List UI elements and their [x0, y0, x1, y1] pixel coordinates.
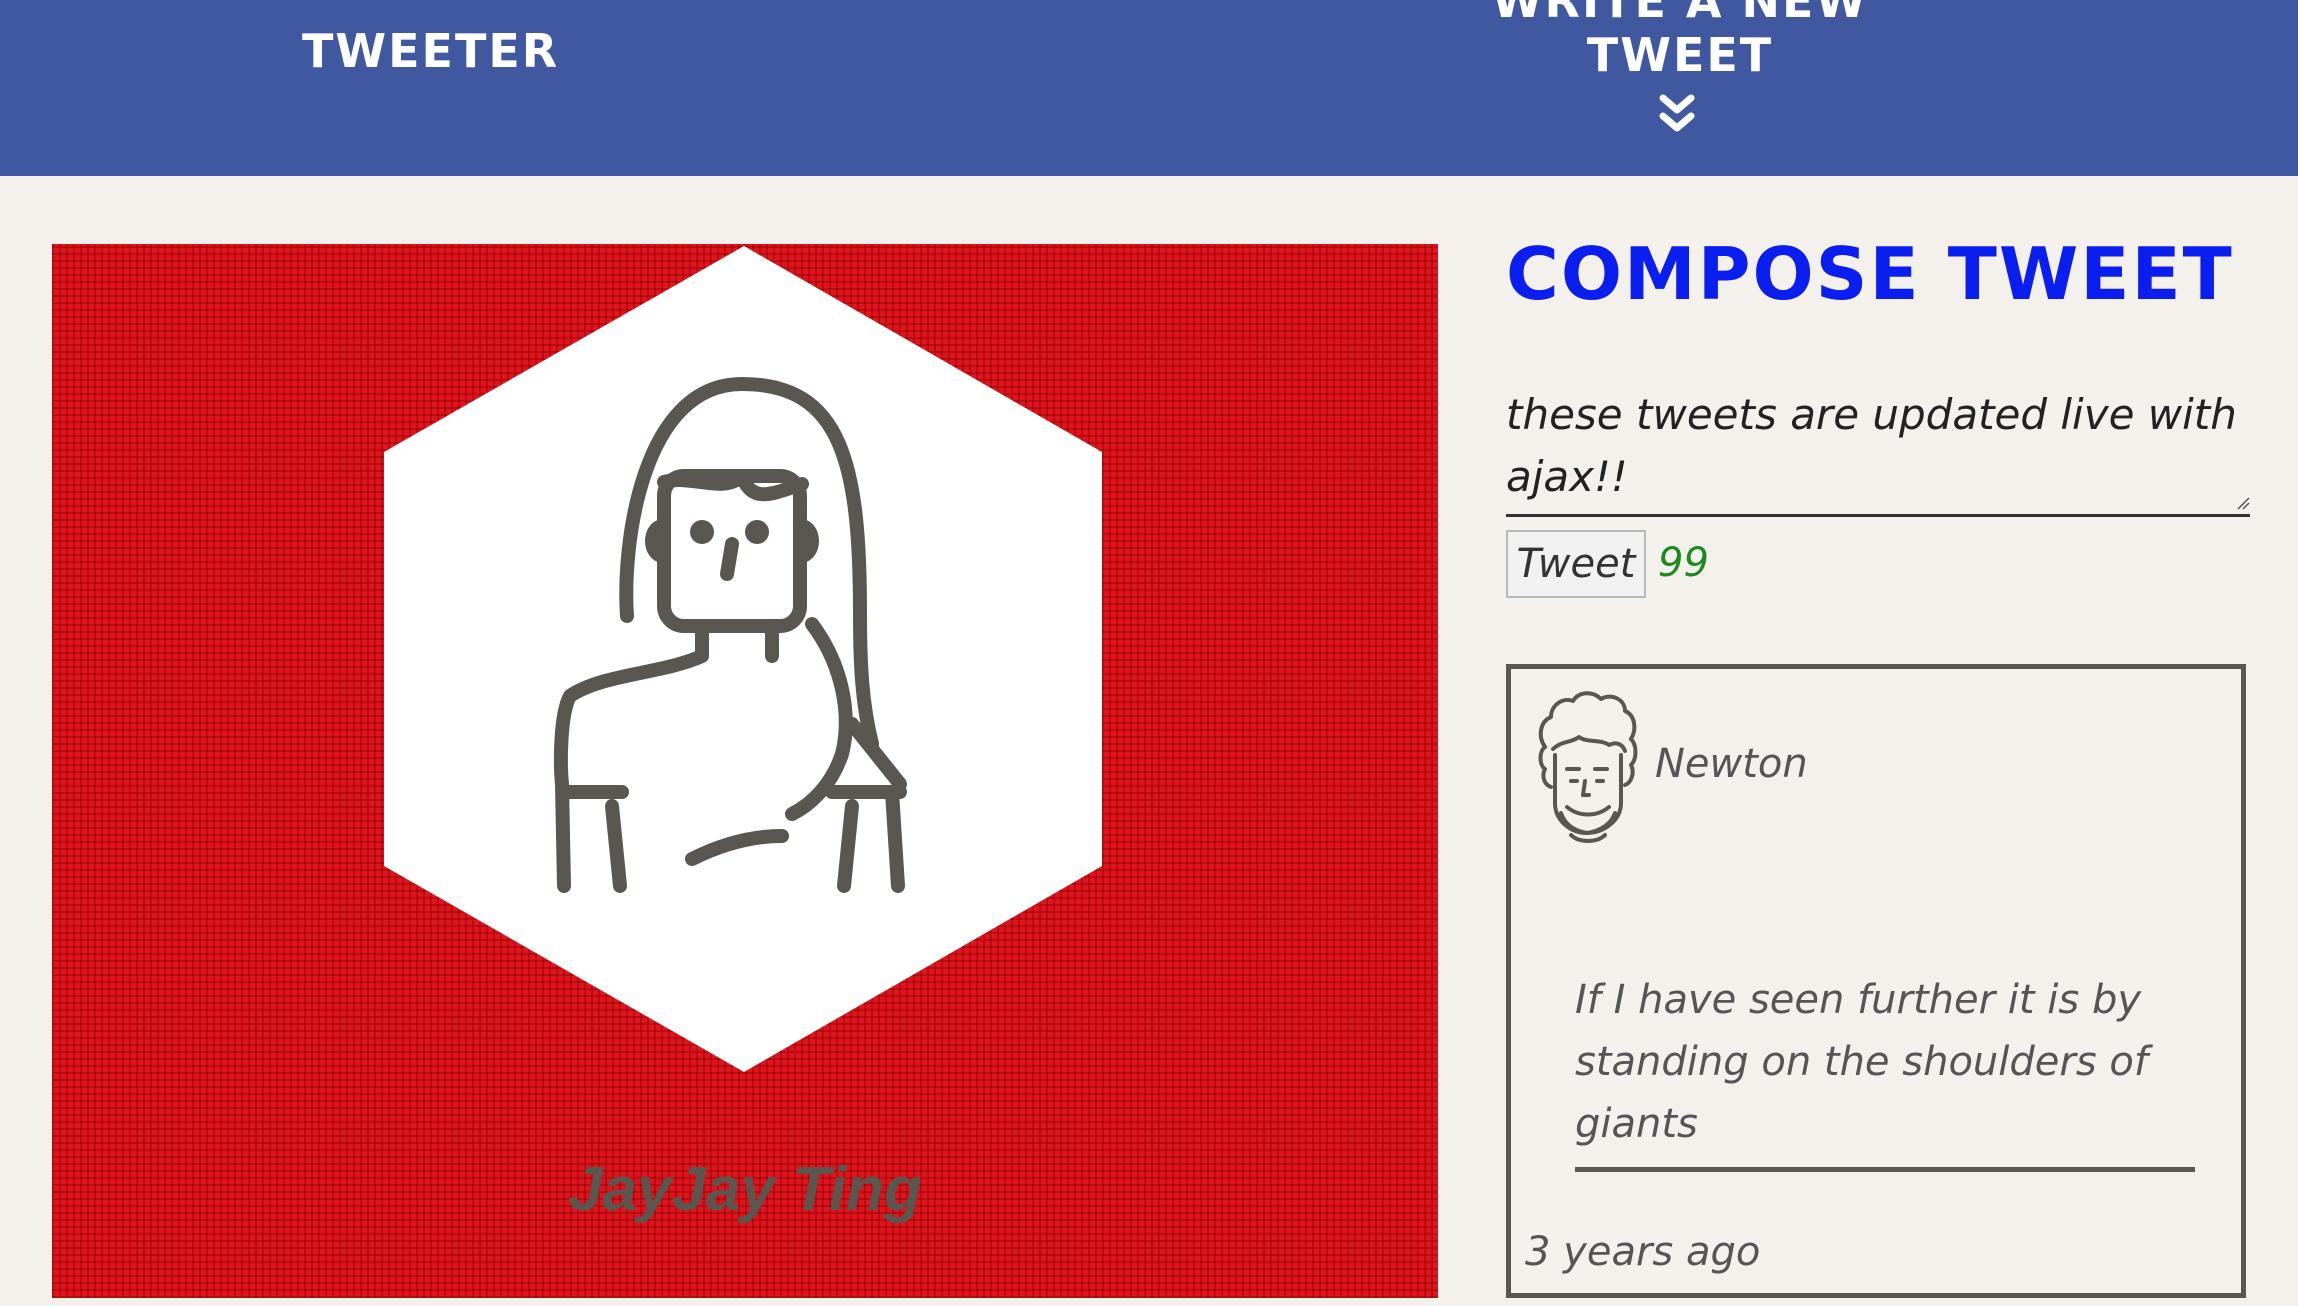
tweet-author-name: Newton	[1655, 741, 1808, 787]
compose-tweet-heading: Compose Tweet	[1506, 232, 2234, 316]
profile-name: JayJay Ting	[568, 1155, 922, 1224]
profile-banner: JayJay Ting	[52, 244, 1438, 1298]
resize-handle-icon[interactable]	[2236, 496, 2250, 510]
tweet-body-text: If I have seen further it is by standing…	[1575, 969, 2195, 1172]
brand-logo-text[interactable]: Tweeter	[302, 24, 559, 78]
curly-hair-man-avatar-icon	[1538, 691, 1638, 843]
tweet-submit-button[interactable]: Tweet	[1506, 530, 1646, 598]
tweet-timestamp: 3 years ago	[1525, 1229, 1761, 1275]
character-counter: 99	[1658, 540, 1709, 586]
write-new-tweet-link[interactable]: Write a new tweet	[1420, 0, 1940, 82]
top-nav: Tweeter Write a new tweet	[0, 0, 2298, 176]
double-chevron-down-icon[interactable]	[1657, 92, 1697, 138]
tweet-text-input[interactable]: these tweets are updated live with ajax!…	[1506, 384, 2250, 517]
tweet-card: Newton If I have seen further it is by s…	[1506, 664, 2246, 1298]
profile-avatar	[384, 246, 1102, 1072]
